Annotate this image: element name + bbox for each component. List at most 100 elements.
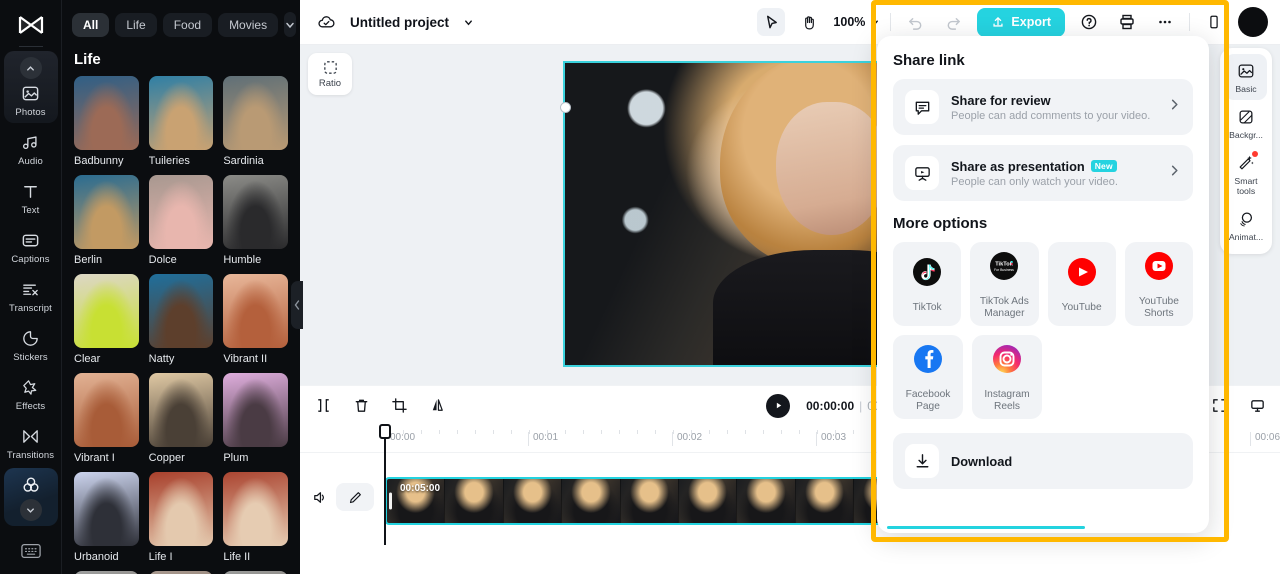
tool-label: Animat... (1228, 232, 1264, 242)
panel-collapse-handle[interactable] (291, 281, 303, 329)
avatar[interactable] (1238, 7, 1268, 37)
chevron-down-icon[interactable] (19, 499, 42, 521)
media-thumbnail-item[interactable]: Humble (223, 175, 288, 266)
clip-frame (679, 479, 738, 523)
ratio-button[interactable]: Ratio (308, 53, 352, 95)
chevron-right-icon[interactable] (1168, 164, 1181, 182)
keyboard-shortcuts-icon[interactable] (20, 543, 41, 564)
media-thumbnail-label: Badbunny (74, 155, 124, 167)
tool-smart-tools[interactable]: Smart tools (1225, 146, 1267, 202)
play-icon (776, 402, 781, 409)
share-tile-youtube[interactable]: YouTube (1047, 242, 1116, 326)
media-tab-all[interactable]: All (72, 12, 110, 37)
media-thumbnail-item[interactable]: Natty (148, 274, 214, 365)
playhead-handle[interactable] (379, 424, 391, 439)
tool-background[interactable]: Backgr... (1225, 100, 1267, 146)
fullscreen-icon[interactable] (1208, 395, 1230, 417)
tool-label: Smart tools (1234, 176, 1258, 196)
share-tile-tiktok[interactable]: TikTok (893, 242, 962, 326)
play-button[interactable] (766, 393, 791, 418)
redo-icon[interactable] (939, 8, 967, 36)
help-question-icon[interactable] (1075, 8, 1103, 36)
media-thumbnail-item[interactable]: Dolce (148, 175, 214, 266)
download-row[interactable]: Download (893, 433, 1193, 489)
sidebar-item-transitions[interactable]: Transitions (4, 419, 58, 466)
chevron-right-icon[interactable] (1168, 98, 1181, 116)
cloud-saved-icon[interactable] (312, 8, 340, 36)
share-tile-instagram-reels[interactable]: Instagram Reels (972, 335, 1042, 419)
mirror-flip-icon[interactable] (426, 395, 448, 417)
media-thumbnail-item[interactable]: Urbanoid (74, 472, 139, 563)
mobile-preview-icon[interactable] (1200, 8, 1228, 36)
notification-dot (1252, 151, 1258, 157)
cursor-arrow-icon[interactable] (757, 8, 786, 36)
crop-icon[interactable] (388, 395, 410, 417)
sidebar-item-audio[interactable]: Audio (4, 125, 58, 172)
svg-text:TikTok: TikTok (996, 261, 1014, 267)
print-icon[interactable] (1113, 8, 1141, 36)
trash-icon[interactable] (350, 395, 372, 417)
share-popover-scrollbar[interactable] (887, 526, 1085, 529)
clip-frame (562, 479, 621, 523)
background-icon (1236, 107, 1256, 127)
zoom-level-control[interactable]: 100% (833, 15, 880, 29)
sidebar-item-transcript[interactable]: Transcript (4, 272, 58, 319)
sidebar-item-text[interactable]: Text (4, 174, 58, 221)
clip-trim-handle-left[interactable] (389, 492, 392, 510)
share-for-review-row[interactable]: Share for review People can add comments… (893, 79, 1193, 135)
media-thumbnail-item[interactable]: Life II (223, 472, 288, 563)
split-icon[interactable] (312, 395, 334, 417)
ruler-minor-tick (853, 430, 854, 434)
media-thumbnail-item[interactable]: Badbunny (74, 76, 139, 167)
share-as-presentation-row[interactable]: Share as presentation New People can onl… (893, 145, 1193, 201)
project-title[interactable]: Untitled project (350, 15, 449, 30)
ruler-minor-tick (475, 430, 476, 434)
media-thumbnail-item[interactable]: Copper (148, 373, 214, 464)
export-button[interactable]: Export (977, 7, 1065, 37)
more-horizontal-icon[interactable] (1151, 8, 1179, 36)
sidebar-item-effects[interactable]: Effects (4, 370, 58, 417)
chevron-down-icon[interactable] (459, 8, 477, 36)
tool-animation[interactable]: Animat... (1225, 202, 1267, 248)
sidebar-item-photos[interactable]: Photos (3, 51, 58, 123)
tool-basic[interactable]: Basic (1225, 54, 1267, 100)
sidebar-item-stickers[interactable]: Stickers (4, 321, 58, 368)
timeline-playhead[interactable] (379, 424, 391, 545)
share-tile-facebook-page[interactable]: Facebook Page (893, 335, 963, 419)
media-thumbnail-item[interactable]: Life I (148, 472, 214, 563)
media-thumbnail-item[interactable]: Clear (74, 274, 139, 365)
instagram-icon (989, 341, 1025, 382)
media-thumbnail-item[interactable]: Plum (223, 373, 288, 464)
volume-icon[interactable] (308, 486, 330, 508)
share-tile-tiktok-ads-manager[interactable]: TikTok For Business TikTok Ads Manager (970, 242, 1039, 326)
share-tile-youtube-shorts[interactable]: YouTube Shorts (1124, 242, 1193, 326)
share-tile-label: Instagram Reels (984, 388, 1030, 412)
resize-handle-top-left[interactable] (560, 102, 571, 113)
hand-pan-icon[interactable] (795, 8, 823, 36)
media-tab-life[interactable]: Life (115, 12, 157, 37)
share-tile-label: YouTube (1061, 301, 1102, 313)
sidebar-item-label: Stickers (13, 352, 48, 363)
ruler-tick-label: 00:06 (1250, 432, 1280, 446)
media-thumbnail-item[interactable]: Sardinia (223, 76, 288, 167)
capcut-logo (14, 10, 48, 40)
media-tab-food[interactable]: Food (162, 12, 213, 37)
media-thumbnail-item[interactable]: Vibrant II (223, 274, 288, 365)
ruler-tick-label: 00:01 (528, 432, 558, 446)
ruler-minor-tick (511, 430, 512, 434)
media-thumbnail-item[interactable]: Berlin (74, 175, 139, 266)
chevron-up-icon[interactable] (19, 57, 42, 79)
sidebar-item-filters[interactable] (3, 468, 58, 526)
media-thumbnail-label: Sardinia (223, 155, 264, 167)
chevron-down-icon[interactable] (284, 12, 297, 37)
media-thumbnail-item[interactable]: Vibrant I (74, 373, 139, 464)
media-thumbnail-item[interactable]: Tuileries (148, 76, 214, 167)
media-thumbnail-image (223, 76, 288, 150)
edit-clip-button[interactable] (336, 483, 374, 511)
clip-duration-badge: 00:05:00 (400, 483, 441, 494)
display-icon[interactable] (1246, 395, 1268, 417)
undo-icon[interactable] (901, 8, 929, 36)
filters-circles-icon (20, 474, 42, 496)
media-tab-movies[interactable]: Movies (218, 12, 279, 37)
sidebar-item-captions[interactable]: Captions (4, 223, 58, 270)
